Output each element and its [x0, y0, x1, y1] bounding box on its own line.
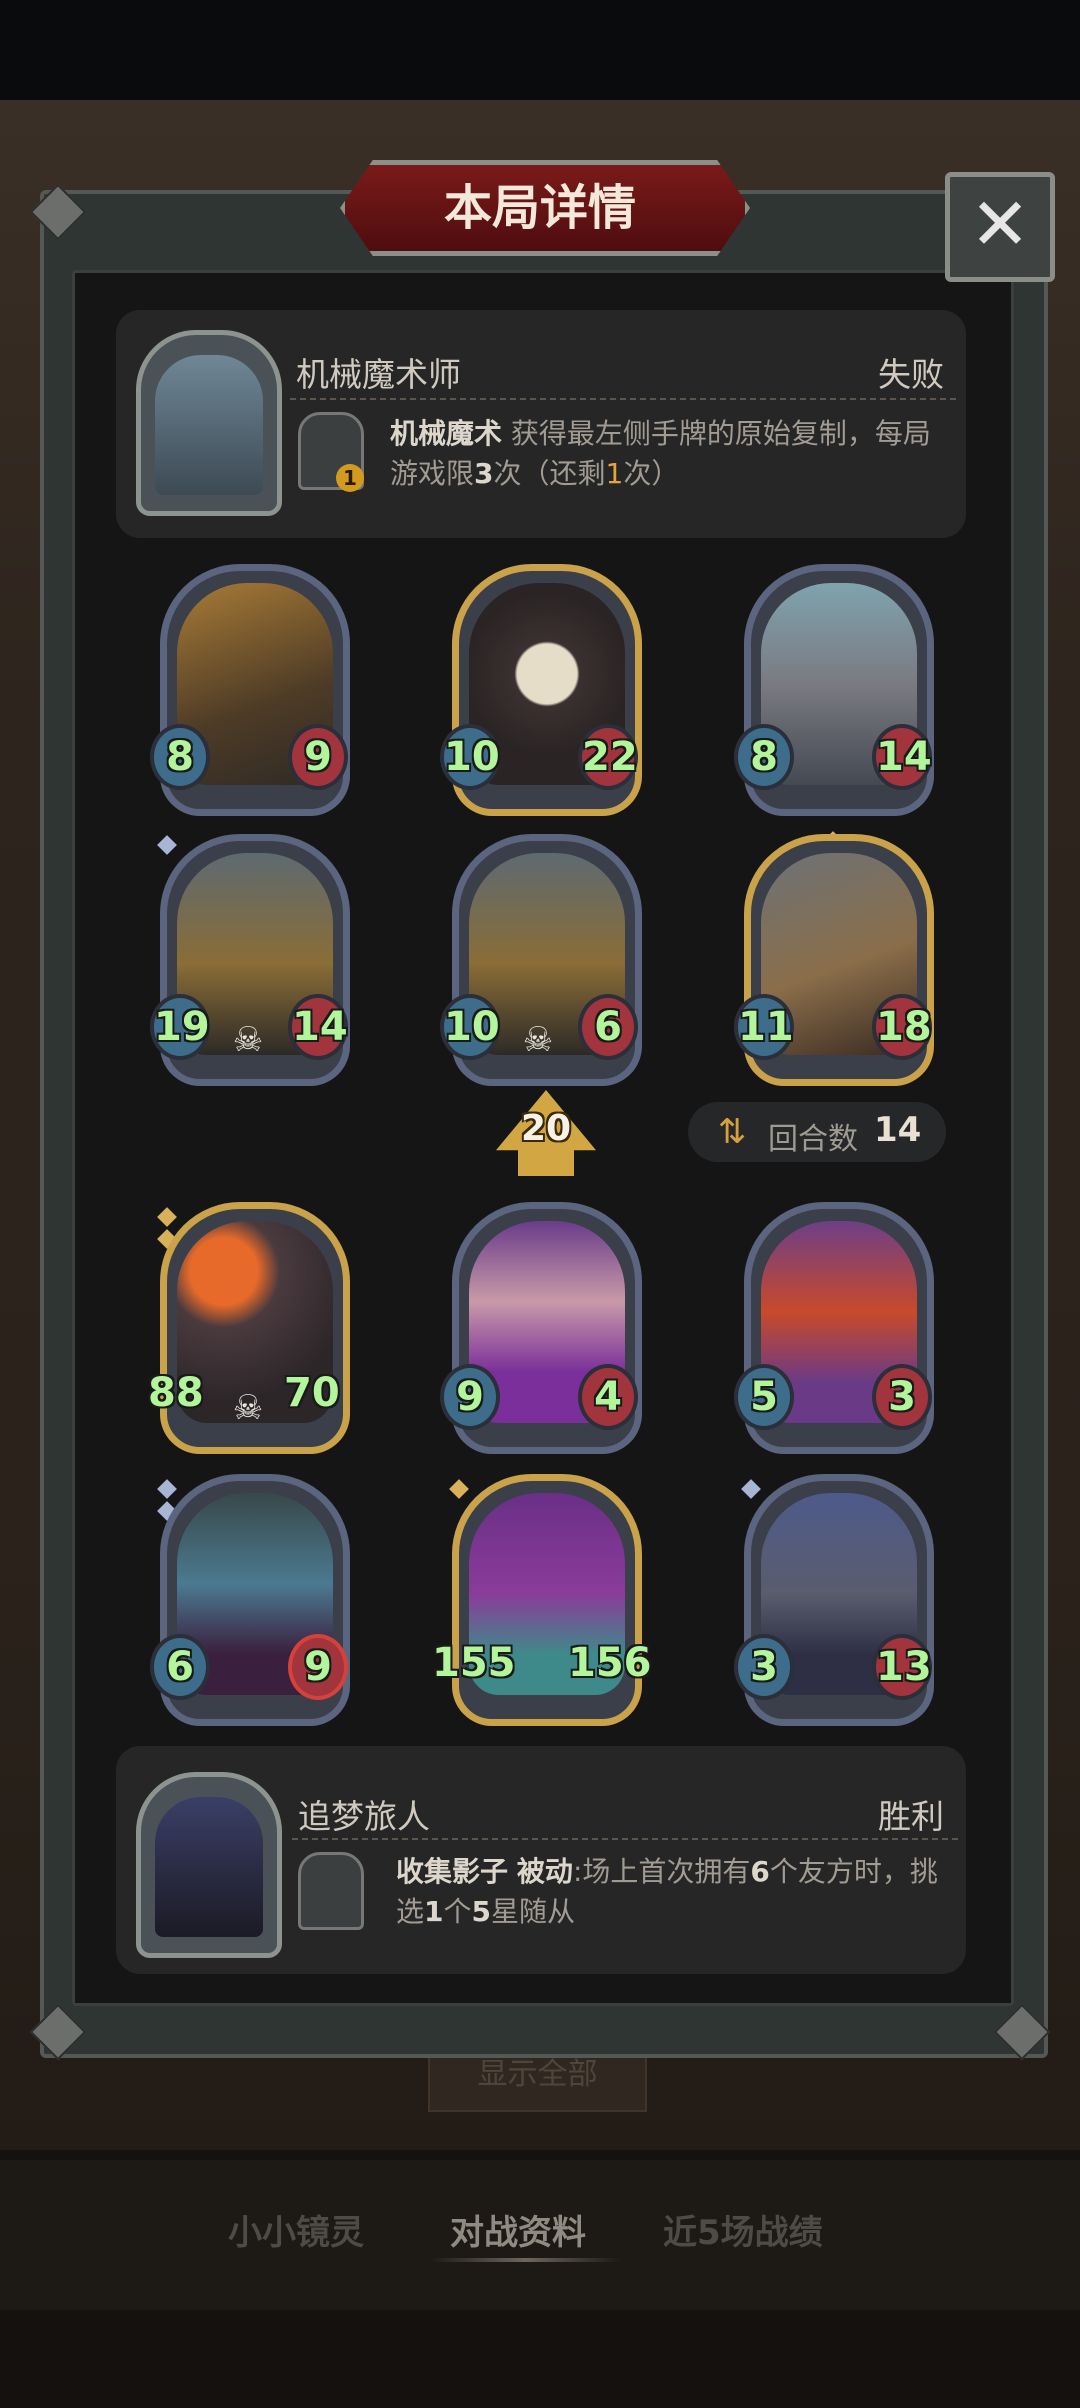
minion-health: 3 — [872, 1364, 932, 1430]
round-value: 14 — [874, 1110, 922, 1150]
minion-health: 70 — [284, 1370, 340, 1416]
hero-power-description: 机械魔术 获得最左侧手牌的原始复制，每局游戏限3次（还剩1次） — [390, 417, 931, 490]
player-portrait — [136, 1772, 282, 1958]
player-name: 追梦旅人 — [298, 1797, 430, 1836]
hero-power-icon[interactable] — [298, 1852, 364, 1930]
minion-attack: 10 — [440, 724, 500, 790]
opponent-portrait — [136, 330, 282, 516]
minion-attack: 88 — [148, 1370, 204, 1416]
minion-attack: 8 — [734, 724, 794, 790]
top-bar — [0, 0, 1080, 100]
minion-attack: 5 — [734, 1364, 794, 1430]
minion-health: 4 — [578, 1364, 638, 1430]
minion-attack: 11 — [734, 994, 794, 1060]
minion-attack: 3 — [734, 1634, 794, 1700]
minion-health: 6 — [578, 994, 638, 1060]
divider — [290, 398, 956, 400]
minion-health: 14 — [872, 724, 932, 790]
round-label: 回合数 — [768, 1122, 858, 1157]
active-tab-indicator — [430, 2258, 620, 2262]
minion-attack: 8 — [150, 724, 210, 790]
minion-health: 9 — [288, 1634, 348, 1700]
dialog-title: 本局详情 — [443, 180, 636, 236]
opponent-name: 机械魔术师 — [296, 355, 461, 394]
minion-attack: 19 — [150, 994, 210, 1060]
opponent-result: 失败 — [878, 355, 944, 394]
tab-mirror-spirit[interactable]: 小小镜灵 — [228, 2205, 364, 2254]
minion-attack: 10 — [440, 994, 500, 1060]
swap-icon: ⇅ — [717, 1112, 747, 1152]
minion-health: 9 — [288, 724, 348, 790]
minion-attack: 9 — [440, 1364, 500, 1430]
minion-health: 14 — [288, 994, 348, 1060]
minion-health: 18 — [872, 994, 932, 1060]
hero-power-description: 收集影子 被动:场上首次拥有6个友方时，挑选1个5星随从 — [396, 1855, 938, 1928]
tavern-tier-value: 20 — [520, 1108, 572, 1149]
deathrattle-skull-icon: ☠ — [522, 1020, 554, 1060]
minion-health: 22 — [578, 724, 638, 790]
minion-health: 13 — [872, 1634, 932, 1700]
tab-battle-info[interactable]: 对战资料 — [450, 2205, 586, 2254]
deathrattle-skull-icon: ☠ — [232, 1388, 264, 1428]
minion-health: 156 — [568, 1640, 652, 1686]
close-icon[interactable]: ✕ — [945, 172, 1055, 282]
deathrattle-skull-icon: ☠ — [232, 1020, 264, 1060]
divider — [292, 1838, 958, 1840]
tab-recent-matches[interactable]: 近5场战绩 — [663, 2205, 823, 2254]
hero-power-charges-badge: 1 — [336, 464, 364, 492]
minion-attack: 6 — [150, 1634, 210, 1700]
minion-attack: 155 — [432, 1640, 516, 1686]
player-result: 胜利 — [878, 1797, 944, 1836]
